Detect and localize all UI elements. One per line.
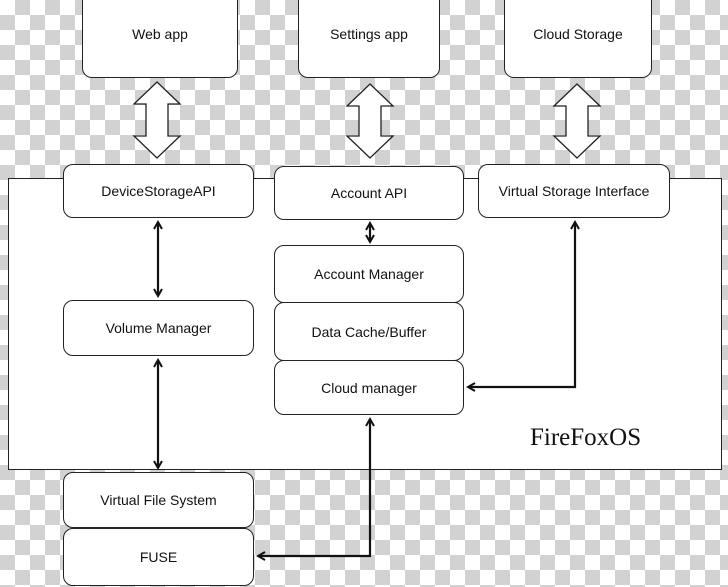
arrow-vsi-cloudmanager: [468, 222, 575, 387]
connectors: [132, 81, 602, 587]
arrow-cloudmanager-fuse: [258, 419, 370, 556]
hollow-double-arrow-cloud: [552, 83, 602, 159]
hollow-double-arrow-settings: [345, 83, 395, 159]
hollow-double-arrow-web: [132, 81, 182, 159]
